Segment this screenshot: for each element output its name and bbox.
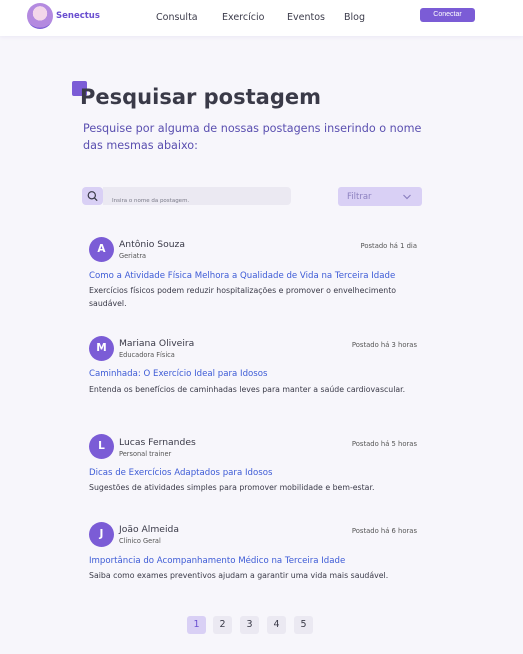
post-timestamp: Postado há 3 horas [351,341,417,349]
chevron-down-icon [403,194,411,200]
post-timestamp: Postado há 5 horas [351,440,417,448]
top-navbar: Senectus Consulta Exercício Eventos Blog… [0,0,523,36]
nav-link-blog[interactable]: Blog [344,12,365,23]
avatar: J [89,522,114,547]
post-timestamp: Postado há 1 dia [360,242,417,250]
post-author-role: Personal trainer [119,450,172,458]
post-title-link[interactable]: Importância do Acompanhamento Médico na … [89,556,345,566]
filter-label: Filtrar [347,192,372,202]
post-author-role: Geriatra [119,252,147,260]
search-input[interactable] [103,192,291,210]
page-subtitle: Pesquise por alguma de nossas postagens … [83,122,422,152]
post-title-link[interactable]: Como a Atividade Física Melhora a Qualid… [89,271,395,281]
post-excerpt: Entenda os benefícios de caminhadas leve… [89,385,406,394]
post-author-role: Educadora Física [119,351,175,359]
avatar: L [89,434,114,459]
senectus-logo-icon[interactable] [27,3,53,29]
connect-button[interactable]: Conectar [420,8,475,22]
page-button-5[interactable]: 5 [294,616,313,634]
nav-link-exercicio[interactable]: Exercício [222,12,264,23]
post-timestamp: Postado há 6 horas [351,527,417,535]
nav-link-eventos[interactable]: Eventos [287,12,325,23]
page-button-1[interactable]: 1 [187,616,206,634]
post-author: Lucas Fernandes [119,437,196,448]
post-excerpt: Sugestões de atividades simples para pro… [89,483,375,492]
avatar: M [89,336,114,361]
post-author-role: Clínico Geral [119,537,161,545]
page-title: Pesquisar postagem [80,85,321,109]
post-author: Mariana Oliveira [119,338,195,349]
post-author: Antônio Souza [119,239,185,250]
avatar: A [89,237,114,262]
page-button-4[interactable]: 4 [267,616,286,634]
search-field [103,187,291,210]
post-title-link[interactable]: Caminhada: O Exercício Ideal para Idosos [89,369,268,379]
post-excerpt: Saiba como exames preventivos ajudam a g… [89,571,389,580]
nav-link-consulta[interactable]: Consulta [156,12,198,23]
post-excerpt: Exercícios físicos podem reduzir hospita… [89,286,397,308]
search-icon [87,191,98,201]
post-author: João Almeida [119,524,179,535]
post-title-link[interactable]: Dicas de Exercícios Adaptados para Idoso… [89,468,272,478]
brand-name[interactable]: Senectus [56,11,100,21]
filter-dropdown[interactable]: Filtrar [338,187,422,206]
page-button-3[interactable]: 3 [240,616,259,634]
search-button[interactable] [82,187,103,205]
page-button-2[interactable]: 2 [213,616,232,634]
